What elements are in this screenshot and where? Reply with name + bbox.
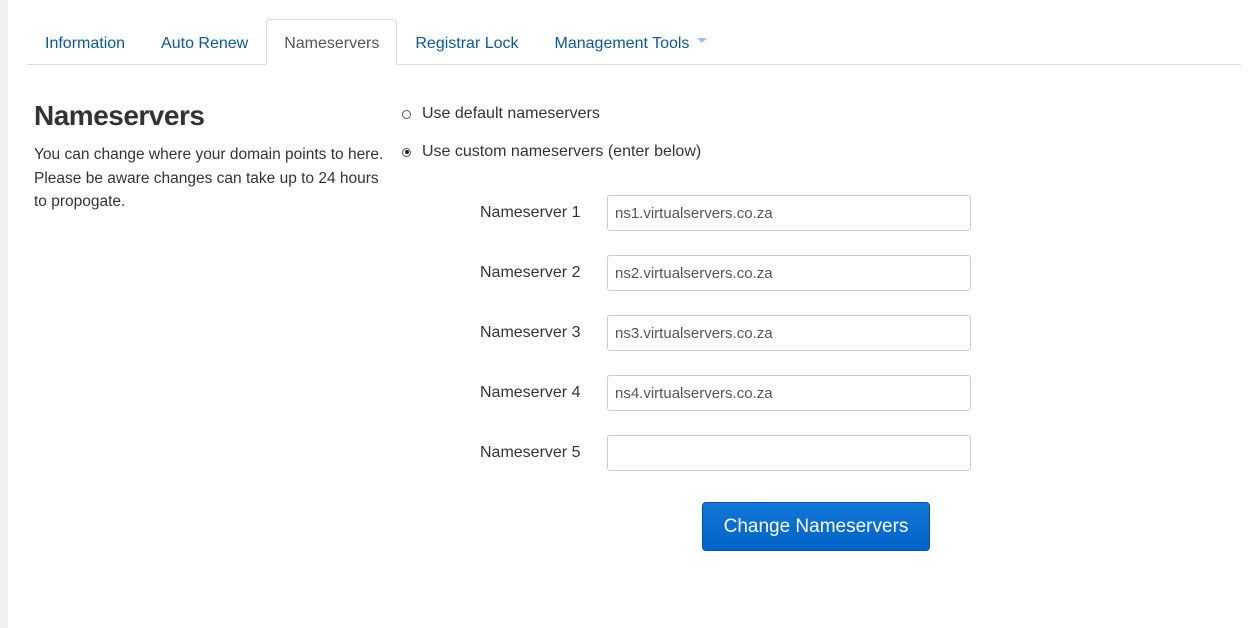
tab-label: Nameservers <box>284 35 380 52</box>
tab-label: Registrar Lock <box>415 35 519 52</box>
nameserver-3-input[interactable] <box>607 315 971 351</box>
tab-label: Management Tools <box>554 35 690 52</box>
tab-nameservers[interactable]: Nameservers <box>266 19 398 65</box>
change-nameservers-button[interactable]: Change Nameservers <box>702 502 930 551</box>
custom-nameservers-label: Use custom nameservers (enter below) <box>422 143 702 160</box>
tab-management-tools[interactable]: Management Tools <box>537 19 726 64</box>
radio-custom-nameservers[interactable] <box>402 147 411 157</box>
tab-label: Auto Renew <box>161 35 249 52</box>
nameserver-2-input[interactable] <box>607 255 971 291</box>
caret-down-icon <box>697 38 708 44</box>
nameserver-2-label: Nameserver 2 <box>480 264 581 281</box>
tab-registrar-lock[interactable]: Registrar Lock <box>397 19 536 64</box>
custom-nameservers-option[interactable]: Use custom nameservers (enter below) <box>402 143 701 161</box>
tab-auto-renew[interactable]: Auto Renew <box>143 19 266 64</box>
nameserver-1-input[interactable] <box>607 195 971 231</box>
nameserver-1-label: Nameserver 1 <box>480 204 581 221</box>
left-edge-strip <box>0 0 8 628</box>
section-description: You can change where your domain points … <box>34 146 384 210</box>
nameserver-4-label: Nameserver 4 <box>480 384 581 401</box>
nameserver-5-input[interactable] <box>607 435 971 471</box>
nameserver-4-input[interactable] <box>607 375 971 411</box>
domain-tabs: Information Auto Renew Nameservers Regis… <box>27 19 1241 65</box>
radio-default-nameservers[interactable] <box>402 109 411 119</box>
default-nameservers-label: Use default nameservers <box>422 105 600 122</box>
tab-information[interactable]: Information <box>27 19 143 64</box>
default-nameservers-option[interactable]: Use default nameservers <box>402 105 600 123</box>
nameserver-3-label: Nameserver 3 <box>480 324 581 341</box>
page-title: Nameservers <box>34 100 205 131</box>
tab-label: Information <box>45 35 126 52</box>
nameserver-5-label: Nameserver 5 <box>480 444 581 461</box>
